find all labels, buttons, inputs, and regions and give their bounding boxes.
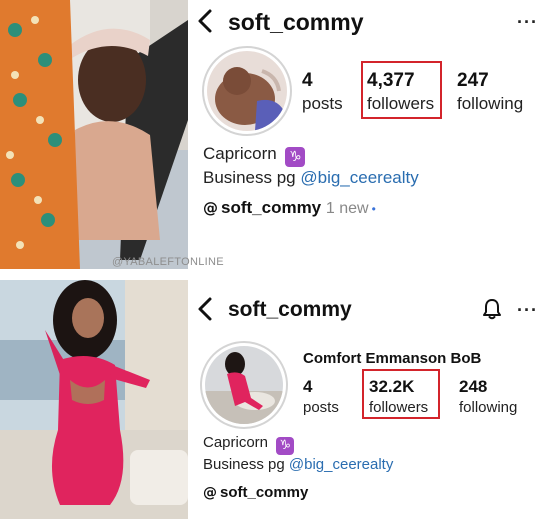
posts-count: 4	[302, 70, 313, 91]
threads-icon: @	[203, 485, 217, 501]
following-stat[interactable]: 247 following	[457, 70, 523, 114]
model-photo	[0, 280, 188, 519]
back-arrow-icon[interactable]	[196, 8, 214, 34]
following-count: 248	[459, 377, 488, 396]
following-label: following	[459, 399, 518, 416]
back-arrow-icon[interactable]	[196, 296, 214, 322]
posts-label: posts	[303, 399, 339, 416]
threads-badge[interactable]: @ soft_commy	[203, 484, 308, 501]
threads-username: soft_commy	[221, 198, 322, 217]
profile-panel-bottom: soft_commy ··· Comfort Emmanson BoB 4 po…	[190, 282, 552, 519]
capricorn-icon: ♑	[285, 147, 306, 167]
following-label: following	[457, 94, 524, 113]
new-dot-icon: •	[371, 202, 376, 216]
threads-new-count: 1 new	[325, 200, 369, 217]
bio-business-text: Business pg	[203, 456, 285, 473]
bio-zodiac-text: Capricorn	[203, 434, 269, 451]
posts-stat[interactable]: 4 posts	[303, 377, 339, 416]
bio-mention-link[interactable]: @big_ceerealty	[289, 456, 393, 473]
profile-username: soft_commy	[228, 298, 352, 321]
followers-stat[interactable]: 4,377 followers	[367, 70, 434, 114]
bio-zodiac-text: Capricorn	[203, 144, 277, 163]
profile-username: soft_commy	[228, 9, 364, 35]
bell-icon[interactable]	[482, 298, 502, 320]
posts-count: 4	[303, 377, 313, 396]
avatar[interactable]	[205, 346, 283, 424]
bio-mention-link[interactable]: @big_ceerealty	[300, 168, 418, 187]
followers-label: followers	[367, 94, 435, 113]
bio: Capricorn ♑ Business pg @big_ceerealty	[203, 143, 419, 188]
threads-badge[interactable]: @ soft_commy 1 new •	[203, 198, 376, 218]
watermark-text: @YABALEFTONLINE	[112, 256, 224, 268]
followers-stat[interactable]: 32.2K followers	[369, 377, 428, 416]
followers-label: followers	[369, 399, 429, 416]
posts-stat[interactable]: 4 posts	[302, 70, 343, 114]
profile-panel-top: soft_commy ··· 4 posts 4,377 followers 2…	[190, 0, 552, 255]
following-stat[interactable]: 248 following	[459, 377, 517, 416]
followers-count: 32.2K	[369, 377, 415, 396]
more-horizontal-icon[interactable]: ···	[517, 300, 538, 321]
video-still-photo	[0, 0, 188, 269]
avatar[interactable]	[207, 51, 287, 131]
more-horizontal-icon[interactable]: ···	[517, 12, 538, 33]
threads-username: soft_commy	[220, 484, 309, 501]
bio: Capricorn ♑ Business pg @big_ceerealty	[203, 433, 393, 474]
following-count: 247	[457, 70, 489, 91]
bio-business-text: Business pg	[203, 168, 296, 187]
profile-full-name: Comfort Emmanson BoB	[303, 350, 482, 367]
followers-count: 4,377	[367, 70, 415, 91]
capricorn-icon: ♑	[276, 437, 295, 455]
threads-icon: @	[203, 199, 218, 217]
posts-label: posts	[302, 94, 343, 113]
